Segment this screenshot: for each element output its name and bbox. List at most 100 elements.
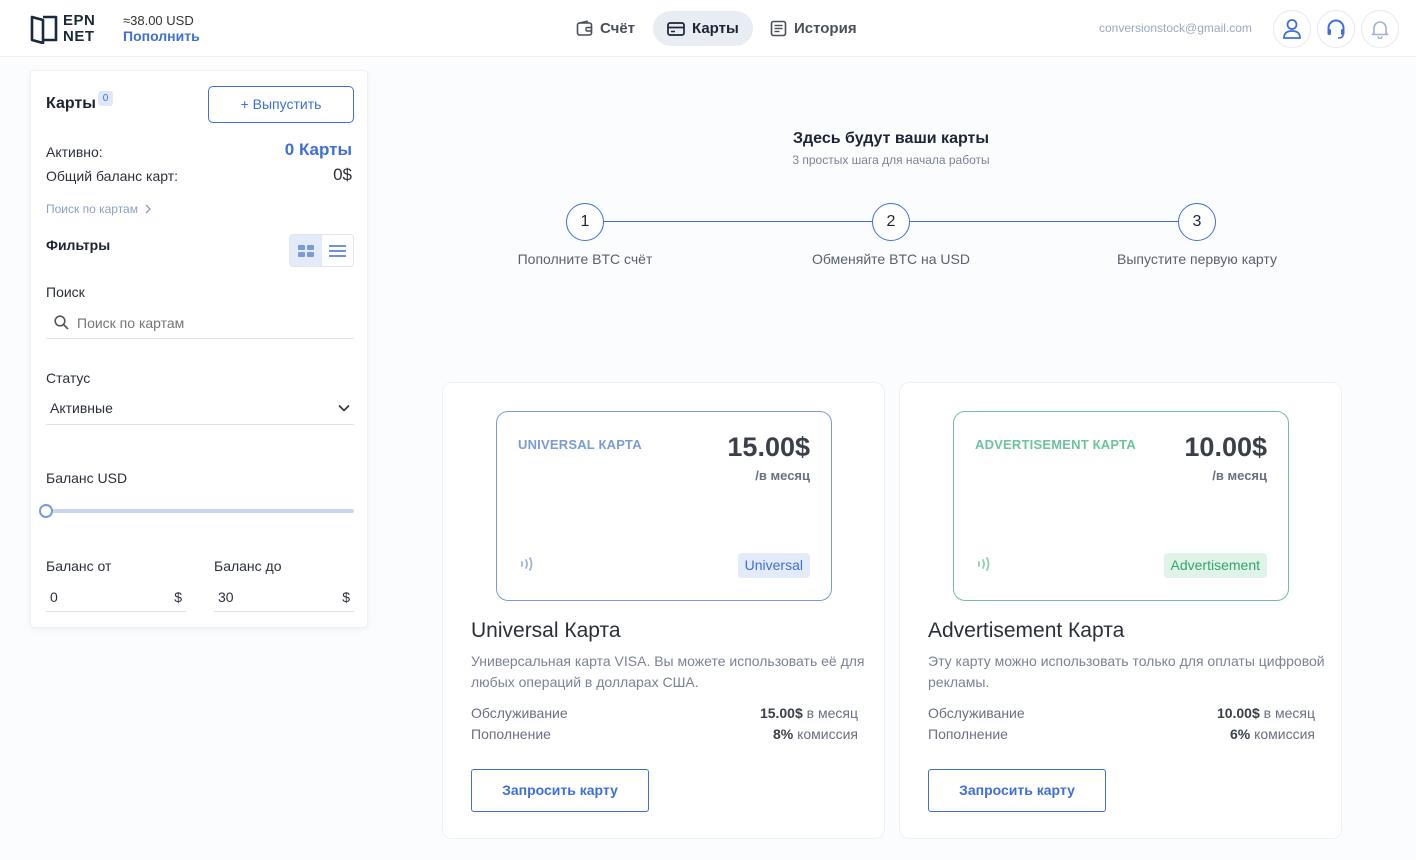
logo-line2: NET <box>63 28 95 45</box>
nav-tab-history[interactable]: История <box>756 11 871 46</box>
header-balance: ≈38.00 USD Пополнить <box>123 13 200 44</box>
wallet-icon <box>576 20 593 36</box>
support-headset-icon <box>1327 19 1345 39</box>
topup-fee-row: Пополнение 6% комиссия <box>928 726 1315 742</box>
card-preview-period: /в месяц <box>755 468 810 483</box>
balance-slider-track[interactable] <box>46 509 354 513</box>
step-label: Выпустите первую карту <box>1117 251 1277 267</box>
card-preview: UNIVERSAL КАРТА 15.00$ /в месяц Universa… <box>496 411 832 601</box>
topup-fee-value: 6% <box>1229 726 1251 742</box>
service-fee-suffix: в месяц <box>1259 705 1315 721</box>
card-preview-price: 15.00$ <box>727 432 810 462</box>
request-card-button[interactable]: Запросить карту <box>928 769 1106 812</box>
card-offer-description: Универсальная карта VISA. Вы можете испо… <box>471 653 865 690</box>
profile-button[interactable] <box>1273 10 1311 48</box>
sidebar-title: Карты <box>46 95 96 112</box>
balance-slider-thumb[interactable] <box>39 504 53 518</box>
step-number: 1 <box>566 203 604 241</box>
balance-to-currency: $ <box>342 588 350 605</box>
issue-card-button[interactable]: + Выпустить <box>208 86 354 123</box>
card-preview-price: 10.00$ <box>1184 432 1267 462</box>
topup-link[interactable]: Пополнить <box>123 28 200 44</box>
service-fee-label: Обслуживание <box>928 705 1025 721</box>
epn-logo[interactable]: EPN NET <box>30 12 102 45</box>
card-offer-universal: UNIVERSAL КАРТА 15.00$ /в месяц Universa… <box>442 382 885 839</box>
balance-amount: ≈38.00 USD <box>123 13 194 28</box>
search-input[interactable] <box>77 314 337 331</box>
list-icon <box>328 244 346 257</box>
service-fee-value: 10.00$ <box>1216 705 1260 721</box>
active-cards-count: 0 Карты <box>284 140 352 159</box>
balance-to-label: Баланс до <box>214 558 282 574</box>
card-icon <box>667 21 685 36</box>
support-button[interactable] <box>1317 10 1355 48</box>
topup-fee-value: 8% <box>772 726 794 742</box>
view-toggle <box>289 234 354 267</box>
service-fee-row: Обслуживание 10.00$ в месяц <box>928 705 1315 721</box>
topup-fee-row: Пополнение 8% комиссия <box>471 726 858 742</box>
topup-fee-label: Пополнение <box>928 726 1008 742</box>
topup-fee: 8% комиссия <box>773 726 858 742</box>
history-icon <box>770 20 787 37</box>
balance-to-value: 30 <box>218 588 234 605</box>
balance-from-currency: $ <box>174 588 182 605</box>
balance-to-field[interactable]: 30 $ <box>214 582 354 612</box>
nav-tab-account-label: Счёт <box>600 20 636 37</box>
step-label: Пополните BTC счёт <box>517 251 653 267</box>
total-balance-label: Общий баланс карт: <box>46 168 179 184</box>
active-label: Активно: <box>46 144 103 160</box>
topup-fee: 6% комиссия <box>1230 726 1315 742</box>
contactless-icon <box>521 557 533 571</box>
empty-state-subtitle: 3 простых шага для начала работы <box>792 153 990 167</box>
card-type-tag: Advertisement <box>1163 553 1267 578</box>
balance-label: Баланс USD <box>46 470 128 486</box>
user-email[interactable]: conversionstock@gmail.com <box>1099 21 1252 35</box>
grid-view-button[interactable] <box>290 235 322 266</box>
notifications-button[interactable] <box>1361 10 1399 48</box>
step-number: 3 <box>1178 203 1216 241</box>
step-connector <box>910 221 1178 222</box>
status-label: Статус <box>46 370 91 386</box>
request-card-button[interactable]: Запросить карту <box>471 769 649 812</box>
logo-line1: EPN <box>63 12 96 29</box>
card-offer-title: Advertisement Карта <box>928 619 1125 642</box>
topup-fee-suffix: комиссия <box>793 726 858 742</box>
search-cards-link[interactable]: Поиск по картам <box>46 202 154 216</box>
cards-sidebar: Карты 0 + Выпустить Активно: 0 Карты Общ… <box>30 70 368 628</box>
search-cards-link-label: Поиск по картам <box>46 202 138 216</box>
balance-from-field[interactable]: 0 $ <box>46 582 186 612</box>
nav-tab-account[interactable]: Счёт <box>562 11 649 46</box>
service-fee-row: Обслуживание 15.00$ в месяц <box>471 705 858 721</box>
topup-fee-label: Пополнение <box>471 726 551 742</box>
card-preview: ADVERTISEMENT КАРТА 10.00$ /в месяц Adve… <box>953 411 1289 601</box>
search-icon <box>54 315 69 330</box>
step-label: Обменяйте BTC на USD <box>812 251 970 267</box>
filters-title: Фильтры <box>46 237 111 253</box>
balance-from-value: 0 <box>50 588 58 605</box>
search-label: Поиск <box>46 284 85 300</box>
service-fee-label: Обслуживание <box>471 705 568 721</box>
card-type-tag: Universal <box>737 553 810 578</box>
chevron-right-icon <box>145 204 151 214</box>
step-connector <box>604 221 872 222</box>
bell-icon <box>1371 21 1389 39</box>
status-select[interactable]: Активные <box>46 391 354 425</box>
logo-mark-icon <box>30 15 58 44</box>
card-offer-advertisement: ADVERTISEMENT КАРТА 10.00$ /в месяц Adve… <box>899 382 1342 839</box>
status-select-value: Активные <box>50 399 113 416</box>
empty-state-title: Здесь будут ваши карты <box>792 130 990 147</box>
card-offer-description: Эту карту можно использовать только для … <box>928 653 1325 690</box>
nav-tab-history-label: История <box>794 20 857 37</box>
nav-tab-cards[interactable]: Карты <box>653 11 753 46</box>
contactless-icon <box>978 557 990 571</box>
chevron-down-icon <box>338 404 350 412</box>
service-fee: 15.00$ в месяц <box>760 705 858 721</box>
search-field <box>46 307 354 339</box>
cards-count-badge: 0 <box>98 91 113 106</box>
topup-fee-suffix: комиссия <box>1250 726 1315 742</box>
card-offer-title: Universal Карта <box>471 619 621 642</box>
card-preview-name: UNIVERSAL КАРТА <box>518 437 642 452</box>
step-number: 2 <box>872 203 910 241</box>
list-view-button[interactable] <box>322 235 354 266</box>
top-header: EPN NET ≈38.00 USD Пополнить Счёт Карты … <box>0 0 1416 57</box>
